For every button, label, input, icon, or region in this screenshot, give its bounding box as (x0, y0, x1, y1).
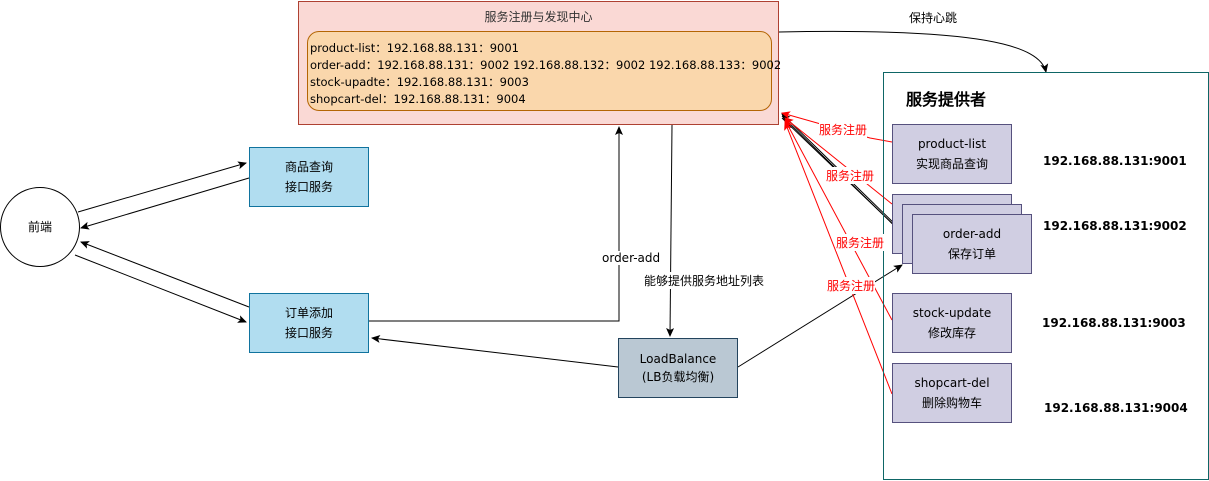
register-label-3: 服务注册 (836, 234, 885, 251)
provider-ip-9001: 192.168.88.131:9001 (1043, 154, 1187, 168)
heartbeat-label: 保持心跳 (909, 11, 958, 25)
edge-loadbalance-to-order-add-service (371, 334, 619, 368)
edge-order-add-to-registry (369, 126, 623, 322)
register-label-2: 服务注册 (826, 167, 875, 184)
loadbalance-line-1: LoadBalance (639, 352, 717, 366)
provider-desc: 实现商品查询 (915, 157, 988, 171)
register-label-4: 服务注册 (827, 277, 876, 294)
registry-title: 服务注册与发现中心 (484, 10, 593, 24)
address-list-label: 能够提供服务地址列表 (644, 272, 765, 289)
order-add-service-line-1: 订单添加 (284, 306, 333, 320)
registry-entry: shopcart-del：192.168.88.131：9004 (310, 92, 526, 106)
provider-product-list: product-list 实现商品查询 (892, 124, 1012, 184)
registry-entry: product-list：192.168.88.131：9001 (310, 41, 519, 55)
loadbalance-line-2: (LB负载均衡) (641, 370, 715, 384)
edge-register-shopcart-del (784, 121, 893, 395)
order-add-service: 订单添加 接口服务 (249, 293, 369, 353)
product-query-service: 商品查询 接口服务 (249, 147, 369, 207)
provider-ip-9002: 192.168.88.131:9002 (1043, 219, 1187, 233)
provider-shopcart-del: shopcart-del 删除购物车 (892, 363, 1012, 423)
provider-desc: 删除购物车 (921, 396, 982, 410)
provider-name: order-add (942, 227, 1002, 241)
provider-order-add: order-add 保存订单 (912, 214, 1032, 274)
provider-name: product-list (917, 137, 987, 151)
order-add-service-line-2: 接口服务 (284, 326, 333, 340)
frontend-node: 前端 (0, 187, 80, 267)
registry-entries-box: product-list：192.168.88.131：9001 order-a… (307, 31, 782, 111)
provider-ip-9003: 192.168.88.131:9003 (1042, 316, 1186, 330)
provider-name: shopcart-del (914, 376, 990, 390)
edge-heartbeat (778, 30, 1049, 73)
frontend-label: 前端 (27, 220, 52, 234)
product-query-line-2: 接口服务 (284, 180, 333, 194)
edge-registry-to-loadbalance (666, 124, 675, 337)
product-query-line-1: 商品查询 (284, 160, 333, 174)
provider-stock-update: stock-update 修改库存 (892, 293, 1012, 353)
provider-name: stock-update (912, 306, 992, 320)
edge-order-add-to-frontend (80, 241, 250, 308)
registry-entry: order-add：192.168.88.131：9002 192.168.88… (310, 58, 782, 72)
provider-title: 服务提供者 (906, 90, 987, 109)
registry-center: 服务注册与发现中心 product-list：192.168.88.131：90… (298, 1, 782, 125)
provider-desc: 修改库存 (927, 326, 976, 340)
edge-frontend-to-order-add (74, 254, 247, 323)
edge-frontend-to-product-query (77, 161, 247, 213)
edge-product-query-to-frontend (80, 177, 250, 230)
register-label-1: 服务注册 (819, 121, 868, 138)
provider-ip-9004: 192.168.88.131:9004 (1044, 401, 1188, 415)
registry-entry: stock-upadte：192.168.88.131：9003 (310, 75, 529, 89)
order-add-edge-label: order-add (602, 251, 661, 265)
loadbalance-node: LoadBalance (LB负载均衡) (618, 338, 738, 398)
provider-desc: 保存订单 (947, 247, 996, 261)
